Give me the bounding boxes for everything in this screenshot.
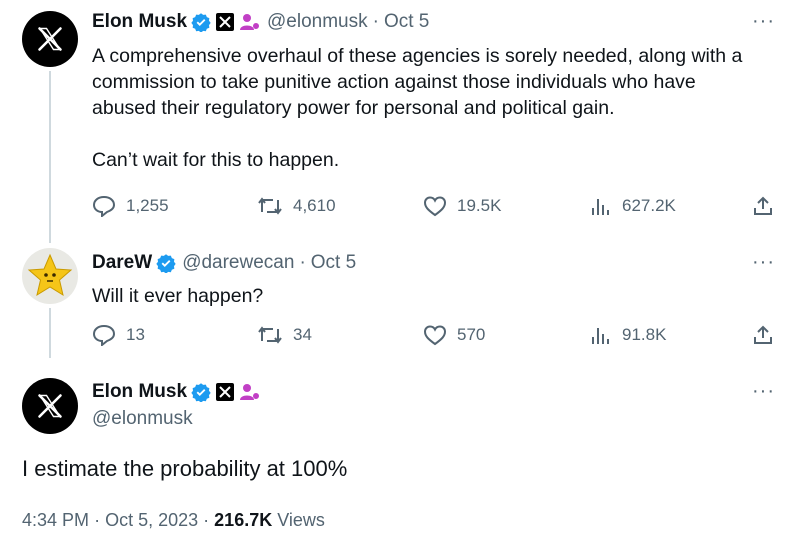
separator: · bbox=[372, 11, 379, 32]
views-icon bbox=[592, 328, 609, 344]
main-tweet-meta: 4:34 PM · Oct 5, 2023 · 216.7K Views bbox=[22, 510, 325, 531]
x-affiliate-icon bbox=[215, 12, 235, 32]
reply-icon bbox=[92, 324, 116, 346]
like-count: 19.5K bbox=[457, 196, 502, 215]
tweet2-text: Will it ever happen? bbox=[92, 285, 264, 307]
tweet-text-line: Can’t wait for this to happen. bbox=[92, 149, 340, 171]
thread-line bbox=[49, 71, 51, 243]
more-icon[interactable]: ··· bbox=[752, 251, 775, 274]
repost-count: 34 bbox=[293, 325, 312, 344]
author-name[interactable]: Elon Musk bbox=[92, 381, 187, 403]
views-button[interactable]: 91.8K bbox=[590, 324, 666, 346]
tweet-date[interactable]: Oct 5 bbox=[311, 252, 356, 274]
like-icon bbox=[423, 196, 447, 217]
star-face-icon bbox=[27, 253, 73, 297]
reply-button[interactable]: 13 bbox=[92, 324, 145, 346]
views-count: 627.2K bbox=[622, 196, 676, 215]
author-handle[interactable]: @elonmusk bbox=[92, 408, 193, 430]
author-handle[interactable]: @elonmusk bbox=[267, 11, 368, 33]
verified-badge-icon bbox=[191, 382, 211, 402]
avatar-darewecan[interactable] bbox=[22, 248, 78, 304]
reply-count: 1,255 bbox=[126, 196, 169, 215]
tweet2-header: DareW @darewecan · Oct 5 bbox=[92, 252, 356, 274]
author-name[interactable]: DareW bbox=[92, 252, 152, 274]
tweet-time[interactable]: 4:34 PM bbox=[22, 510, 89, 530]
like-icon bbox=[423, 325, 447, 346]
share-button[interactable] bbox=[752, 195, 784, 217]
main-tweet-text: I estimate the probability at 100% bbox=[22, 456, 348, 481]
verified-badge-icon bbox=[191, 12, 211, 32]
separator: · bbox=[299, 252, 306, 273]
author-handle[interactable]: @darewecan bbox=[182, 252, 294, 274]
separator: · bbox=[203, 510, 210, 530]
repost-icon bbox=[258, 197, 282, 215]
tweet1-text: A comprehensive overhaul of these agenci… bbox=[92, 43, 792, 173]
repost-button[interactable]: 34 bbox=[257, 324, 312, 346]
reply-count: 13 bbox=[126, 325, 145, 344]
share-button[interactable] bbox=[752, 324, 784, 346]
tweet-text-line: A comprehensive overhaul of these agenci… bbox=[92, 45, 743, 67]
like-button[interactable]: 19.5K bbox=[423, 195, 501, 217]
repost-count: 4,610 bbox=[293, 196, 336, 215]
tweet-date[interactable]: Oct 5 bbox=[384, 11, 429, 33]
repost-button[interactable]: 4,610 bbox=[257, 195, 336, 217]
thread-line bbox=[49, 308, 51, 358]
views-count[interactable]: 216.7K bbox=[214, 510, 272, 530]
verified-badge-icon bbox=[156, 253, 176, 273]
person-affiliate-icon bbox=[239, 12, 261, 32]
like-count: 570 bbox=[457, 325, 486, 344]
person-affiliate-icon bbox=[239, 382, 261, 402]
x-affiliate-icon bbox=[215, 382, 235, 402]
like-button[interactable]: 570 bbox=[423, 324, 485, 346]
tweet1-header: Elon Musk @elonmusk · Oct 5 bbox=[92, 11, 429, 33]
main-tweet-header: Elon Musk bbox=[92, 381, 261, 403]
views-label: Views bbox=[277, 510, 325, 530]
x-logo-icon bbox=[38, 27, 62, 51]
more-icon[interactable]: ··· bbox=[752, 10, 775, 33]
more-icon[interactable]: ··· bbox=[752, 380, 775, 403]
x-logo-icon bbox=[38, 394, 62, 418]
share-icon bbox=[754, 196, 772, 215]
reply-button[interactable]: 1,255 bbox=[92, 195, 169, 217]
views-icon bbox=[592, 199, 609, 215]
reply-icon bbox=[92, 195, 116, 217]
tweet-text-line: abused their regulatory power for person… bbox=[92, 97, 615, 119]
repost-icon bbox=[258, 326, 282, 344]
tweet-text-line: commission to take punitive action again… bbox=[92, 71, 696, 93]
views-count: 91.8K bbox=[622, 325, 667, 344]
avatar-elonmusk[interactable] bbox=[22, 11, 78, 67]
tweet-date[interactable]: Oct 5, 2023 bbox=[105, 510, 198, 530]
separator: · bbox=[94, 510, 101, 530]
author-name[interactable]: Elon Musk bbox=[92, 11, 187, 33]
share-icon bbox=[754, 325, 772, 344]
avatar-elonmusk[interactable] bbox=[22, 378, 78, 434]
views-button[interactable]: 627.2K bbox=[590, 195, 676, 217]
